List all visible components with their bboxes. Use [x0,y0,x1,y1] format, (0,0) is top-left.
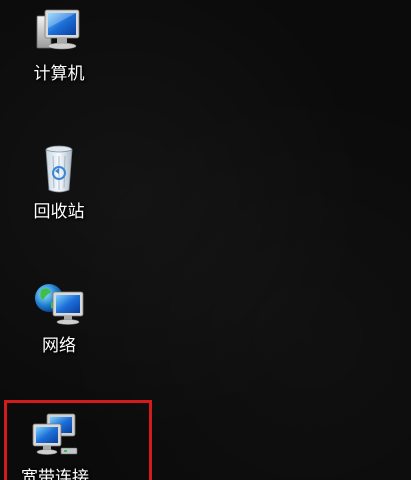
network-icon [35,284,84,325]
broadband-connection-icon [32,413,78,455]
desktop-icon-recycle-bin[interactable]: 回收站 [4,144,114,222]
desktop-icon-label: 网络 [42,336,76,356]
desktop: 计算机 回收站 网络 宽带连接 [0,0,411,480]
computer-icon [36,9,80,50]
desktop-icon-label: 宽带连接 [21,468,89,480]
desktop-icon-computer[interactable]: 计算机 [4,6,114,84]
desktop-icon-label: 计算机 [33,64,85,84]
desktop-icon-broadband-connection[interactable]: 宽带连接 [0,410,110,480]
desktop-icon-network[interactable]: 网络 [4,278,114,356]
recycle-bin-icon [45,145,73,193]
desktop-icon-label: 回收站 [33,202,85,222]
